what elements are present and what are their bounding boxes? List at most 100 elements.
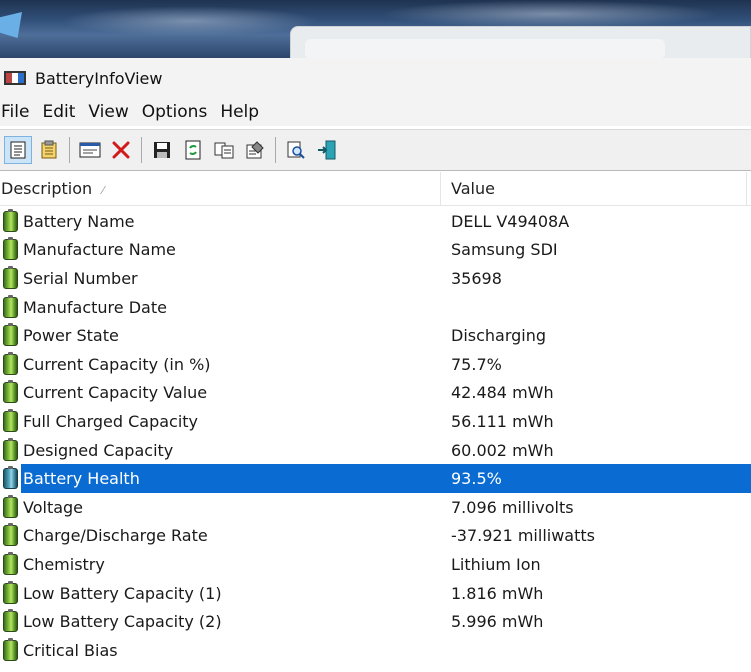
battery-icon	[3, 208, 18, 232]
column-header-description-label: Description	[1, 179, 93, 198]
item-label: Manufacture Name	[23, 240, 176, 260]
list-item[interactable]: Charge/Discharge Rate -37.921 milliwatts	[0, 522, 751, 551]
background-window[interactable]	[290, 26, 751, 58]
list-item[interactable]: Full Charged Capacity 56.111 mWh	[0, 407, 751, 436]
title-bar[interactable]: BatteryInfoView	[0, 58, 751, 98]
value-cell: -37.921 milliwatts	[451, 526, 595, 546]
battery-info-list[interactable]: Description ⁄ Value Battery Name DELL V494…	[0, 172, 751, 672]
value-cell: 75.7%	[451, 354, 502, 374]
value-cell: 7.096 millivolts	[451, 497, 574, 517]
item-label: Current Capacity (in %)	[23, 354, 211, 374]
html-report-button[interactable]	[4, 136, 32, 164]
list-header: Description ⁄ Value	[0, 172, 751, 206]
toolbar	[0, 129, 751, 171]
menu-file[interactable]: File	[0, 102, 39, 122]
description-cell: Critical Bias	[0, 636, 440, 665]
battery-icon	[3, 265, 18, 289]
column-header-value[interactable]: Value	[440, 172, 746, 206]
cloud-decoration	[380, 0, 720, 28]
item-label: Chemistry	[23, 554, 105, 574]
desktop-app-icon[interactable]	[0, 12, 22, 38]
description-cell: Voltage	[0, 493, 440, 522]
battery-icon	[3, 580, 18, 604]
description-cell: Manufacture Date	[0, 293, 440, 322]
refresh-button[interactable]	[179, 136, 207, 164]
list-item[interactable]: Battery Name DELL V49408A	[0, 207, 751, 236]
battery-icon	[3, 551, 18, 575]
value-cell: 56.111 mWh	[451, 411, 554, 431]
description-cell: Low Battery Capacity (1)	[0, 579, 440, 608]
menu-options[interactable]: Options	[141, 102, 218, 122]
item-label: Battery Name	[23, 211, 135, 231]
description-cell: Current Capacity (in %)	[0, 350, 440, 379]
delete-red-x-icon	[112, 141, 130, 159]
value-cell: 93.5%	[451, 469, 502, 489]
column-header-value-label: Value	[451, 179, 495, 198]
list-item[interactable]: Manufacture Name Samsung SDI	[0, 236, 751, 265]
description-cell: Designed Capacity	[0, 436, 440, 465]
list-item[interactable]: Serial Number 35698	[0, 264, 751, 293]
battery-icon	[3, 494, 18, 518]
menu-help[interactable]: Help	[219, 102, 269, 122]
list-item[interactable]: Low Battery Capacity (2) 5.996 mWh	[0, 607, 751, 636]
item-label: Manufacture Date	[23, 297, 167, 317]
find-button[interactable]	[282, 136, 310, 164]
battery-icon	[3, 351, 18, 375]
exit-icon	[318, 140, 336, 160]
menu-edit[interactable]: Edit	[41, 102, 85, 122]
sort-indicator-icon: ⁄	[102, 184, 104, 197]
battery-icon	[3, 466, 18, 490]
list-item[interactable]: Low Battery Capacity (1) 1.816 mWh	[0, 579, 751, 608]
item-label: Battery Health	[23, 469, 140, 489]
menu-view[interactable]: View	[87, 102, 138, 122]
battery-icon	[3, 323, 18, 347]
toolbar-separator	[69, 137, 70, 163]
list-rows: Battery Name DELL V49408A Manufacture Name…	[0, 207, 751, 665]
save-floppy-icon	[154, 142, 170, 158]
list-item[interactable]: Manufacture Date	[0, 293, 751, 322]
description-cell: Current Capacity Value	[0, 379, 440, 408]
battery-icon	[3, 523, 18, 547]
app-battery-icon	[4, 71, 26, 85]
refresh-icon	[185, 140, 201, 160]
list-item[interactable]: Battery Health 93.5%	[0, 464, 751, 493]
item-label: Designed Capacity	[23, 440, 174, 460]
notes-icon	[41, 140, 57, 159]
column-header-extra[interactable]	[746, 172, 751, 206]
delete-button[interactable]	[107, 136, 135, 164]
html-report-icon	[10, 141, 26, 159]
properties-icon	[246, 141, 264, 159]
list-item[interactable]: Current Capacity (in %) 75.7%	[0, 350, 751, 379]
value-cell: 42.484 mWh	[451, 383, 554, 403]
description-cell: Battery Health	[0, 464, 440, 493]
properties-window-button[interactable]	[76, 136, 104, 164]
list-item[interactable]: Current Capacity Value 42.484 mWh	[0, 379, 751, 408]
column-header-description[interactable]: Description ⁄	[1, 172, 438, 206]
list-item[interactable]: Power State Discharging	[0, 321, 751, 350]
description-cell: Full Charged Capacity	[0, 407, 440, 436]
item-label: Low Battery Capacity (2)	[23, 612, 222, 632]
description-cell: Low Battery Capacity (2)	[0, 607, 440, 636]
list-item[interactable]: Critical Bias	[0, 636, 751, 665]
description-cell: Charge/Discharge Rate	[0, 522, 440, 551]
description-cell: Manufacture Name	[0, 236, 440, 265]
toolbar-separator	[275, 137, 276, 163]
copy-button[interactable]	[210, 136, 238, 164]
window-title: BatteryInfoView	[35, 68, 163, 88]
exit-button[interactable]	[313, 136, 341, 164]
value-cell: DELL V49408A	[451, 211, 570, 231]
save-button[interactable]	[148, 136, 176, 164]
value-cell: 60.002 mWh	[451, 440, 554, 460]
background-window-bar	[305, 39, 665, 58]
list-item[interactable]: Chemistry Lithium Ion	[0, 550, 751, 579]
item-label: Current Capacity Value	[23, 383, 208, 403]
battery-icon	[3, 637, 18, 661]
copy-icon	[214, 142, 234, 159]
properties-button[interactable]	[241, 136, 269, 164]
value-cell: 35698	[451, 268, 502, 288]
notes-button[interactable]	[35, 136, 63, 164]
list-item[interactable]: Voltage 7.096 millivolts	[0, 493, 751, 522]
value-cell: 5.996 mWh	[451, 612, 544, 632]
item-label: Serial Number	[23, 268, 138, 288]
list-item[interactable]: Designed Capacity 60.002 mWh	[0, 436, 751, 465]
